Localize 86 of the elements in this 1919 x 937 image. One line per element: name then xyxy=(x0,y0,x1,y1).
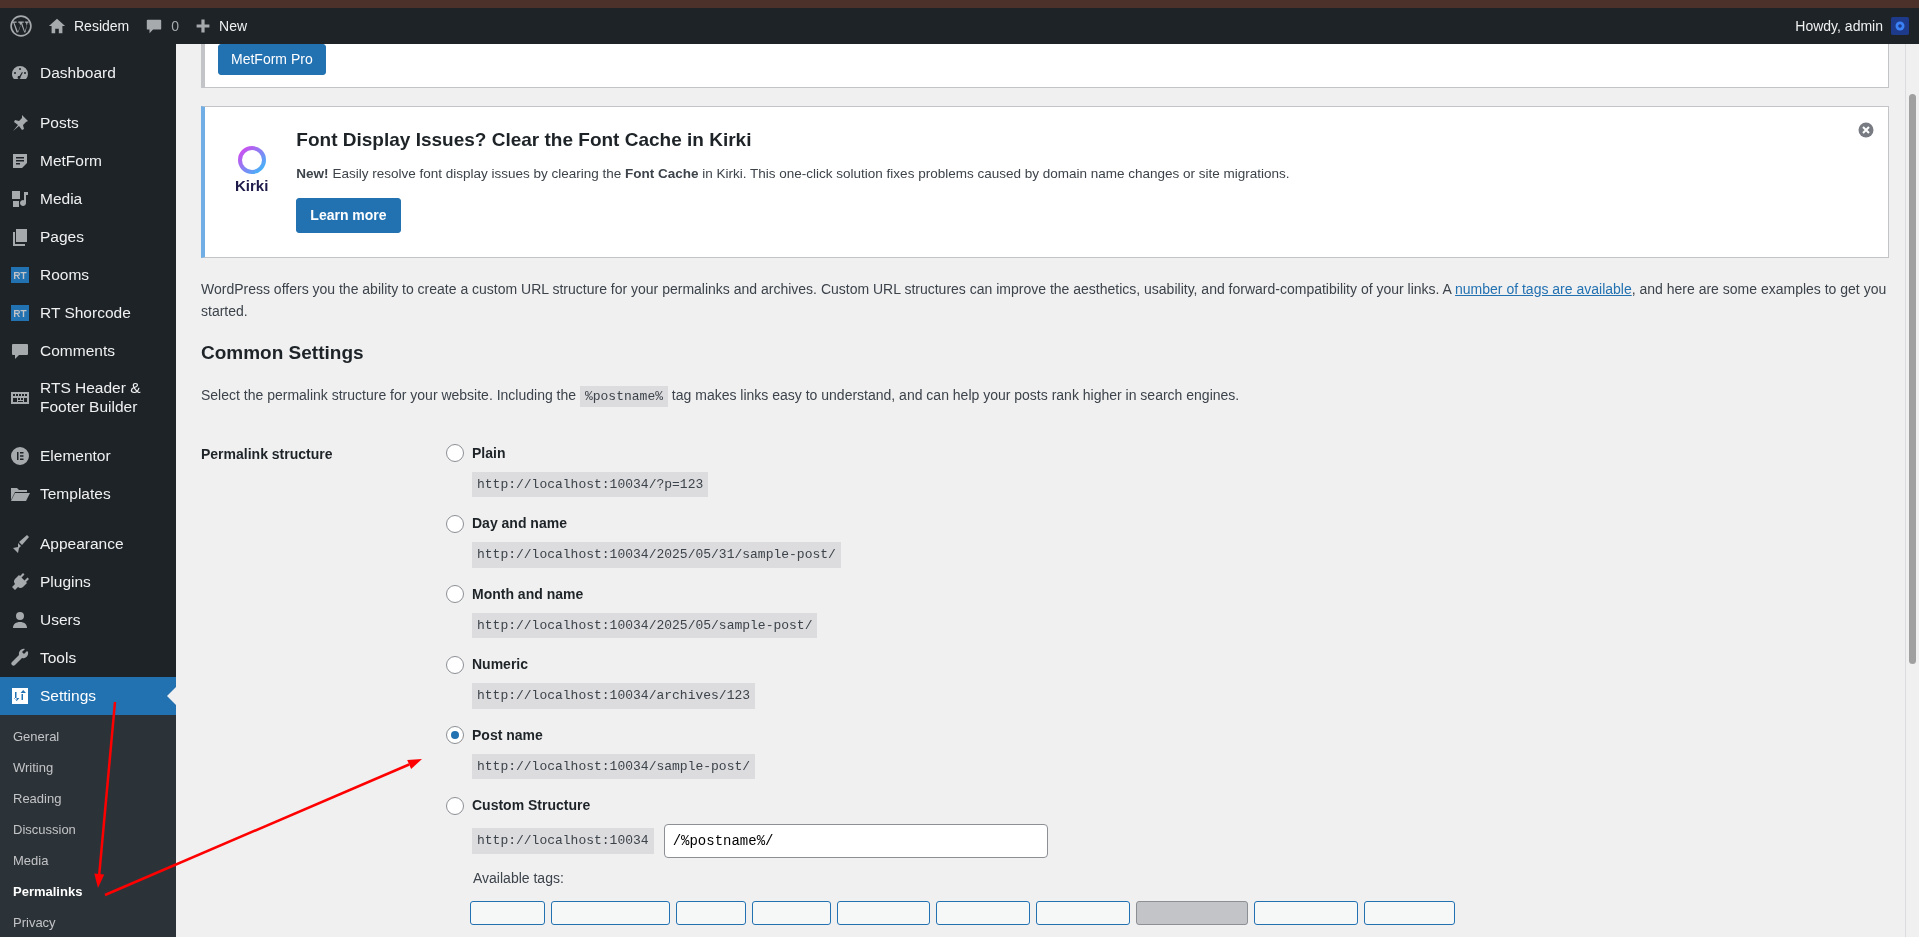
option-label: Custom Structure xyxy=(472,796,591,816)
tags-link[interactable]: number of tags are available xyxy=(1455,280,1632,297)
submenu-item[interactable]: Media xyxy=(0,845,176,877)
radio-button[interactable] xyxy=(446,726,464,745)
intro-paragraph: WordPress offers you the ability to create a custom URL structure for your permalinks and archives. Custom URL structures can improve the aesthetics, usability, and forward-compatibility of your links. A number of tags are available, and here are some examples to get you started. xyxy=(201,279,1888,322)
submenu-item[interactable]: Writing xyxy=(0,752,176,784)
menu-item-icon xyxy=(10,227,30,247)
sidebar-item[interactable]: Comments xyxy=(0,332,176,370)
menu-item-icon xyxy=(10,446,30,467)
menu-item-icon xyxy=(10,303,30,323)
scrollbar[interactable] xyxy=(1905,44,1919,937)
sidebar-item[interactable]: Media xyxy=(0,180,176,218)
example-url: http://localhost:10034/2025/05/sample-post/ xyxy=(472,612,818,639)
learn-more-button[interactable]: Learn more xyxy=(296,197,401,233)
sidebar-item[interactable]: Plugins xyxy=(0,563,176,602)
sidebar-item[interactable]: Dashboard xyxy=(0,54,176,92)
menu-item-icon xyxy=(10,265,30,285)
menu-item-icon xyxy=(10,572,30,593)
available-tags-label: Available tags: xyxy=(473,869,565,889)
option-label: Numeric xyxy=(472,655,529,675)
menu-item-icon xyxy=(10,341,30,361)
example-url: http://localhost:10034/sample-post/ xyxy=(472,753,756,780)
menu-item-icon xyxy=(10,610,30,631)
home-icon xyxy=(48,17,66,35)
settings-icon xyxy=(10,686,30,707)
submenu-item[interactable]: Privacy xyxy=(0,907,176,937)
submenu-item[interactable]: Discussion xyxy=(0,814,176,846)
tag-button[interactable] xyxy=(551,901,670,926)
notice-title: Font Display Issues? Clear the Font Cache in Kirki xyxy=(296,128,753,152)
option-label: Post name xyxy=(472,725,543,745)
sidebar-item[interactable]: RT Shorcode xyxy=(0,294,176,332)
section-heading: Common Settings xyxy=(201,342,365,366)
sidebar-item[interactable]: Tools xyxy=(0,639,176,678)
custom-structure-field[interactable]: /%postname%/ xyxy=(663,824,1048,859)
tag-button[interactable] xyxy=(1364,901,1455,926)
new-content-link[interactable]: New xyxy=(195,15,248,37)
radio-button[interactable] xyxy=(446,514,464,533)
option-label: Month and name xyxy=(472,584,584,604)
example-url: http://localhost:10034/?p=123 xyxy=(472,471,709,498)
tag-button[interactable] xyxy=(676,901,746,926)
radio-button[interactable] xyxy=(446,655,464,674)
sidebar-item[interactable]: Pages xyxy=(0,218,176,256)
sidebar-item[interactable]: Users xyxy=(0,601,176,640)
sidebar-item[interactable]: Elementor xyxy=(0,437,176,476)
sidebar-item[interactable]: MetForm xyxy=(0,142,176,180)
example-url: http://localhost:10034/2025/05/31/sample-post/ xyxy=(472,542,841,568)
ring-logo-icon xyxy=(236,144,267,175)
tag-button[interactable] xyxy=(752,901,831,926)
sidebar-item[interactable]: Appearance xyxy=(0,525,176,564)
sidebar-item[interactable]: Templates xyxy=(0,475,176,514)
tag-button[interactable] xyxy=(936,901,1030,926)
metform-pro-button[interactable]: MetForm Pro xyxy=(218,44,326,75)
menu-item-icon xyxy=(10,648,30,669)
comment-icon xyxy=(145,17,164,35)
option-label: Plain xyxy=(472,443,506,463)
radio-button[interactable] xyxy=(446,444,464,463)
description-text: Select the permalink structure for your website. Including the %postname% tag makes links easy to understand, and can help your posts rank higher in search engines. xyxy=(201,385,1889,407)
tag-button[interactable] xyxy=(1036,901,1130,926)
radio-button[interactable] xyxy=(446,796,464,815)
avatar-icon xyxy=(1891,17,1909,35)
comments-link[interactable]: 0 xyxy=(145,15,180,37)
logo-text: Kirki xyxy=(235,175,269,196)
sidebar-item[interactable]: RTS Header & Footer Builder xyxy=(0,370,176,426)
plus-icon xyxy=(195,18,212,34)
tag-button[interactable] xyxy=(470,901,545,926)
url-prefix: http://localhost:10034 xyxy=(472,828,654,854)
sidebar-item[interactable]: Rooms xyxy=(0,256,176,294)
sidebar-item[interactable]: Posts xyxy=(0,104,176,142)
option-label: Day and name xyxy=(472,514,567,534)
notice-text: New! Easily resolve font display issues by clearing the Font Cache in Kirki. This one-click solution fixes problems caused by domain name changes or site migrations. xyxy=(296,164,1290,183)
submenu-item[interactable]: Reading xyxy=(0,783,176,815)
tag-button[interactable] xyxy=(837,901,930,926)
sidebar-item[interactable]: Settings xyxy=(0,677,176,716)
tag-button[interactable] xyxy=(1136,901,1248,926)
submenu-item[interactable]: Permalinks xyxy=(0,876,176,908)
radio-button[interactable] xyxy=(446,585,464,604)
menu-item-icon xyxy=(10,151,30,171)
menu-item-icon xyxy=(10,189,30,209)
submenu-item[interactable]: General xyxy=(0,721,176,753)
site-name-link[interactable]: Residem xyxy=(48,15,130,37)
example-url: http://localhost:10034/archives/123 xyxy=(472,683,756,709)
wordpress-logo-icon[interactable] xyxy=(10,14,32,38)
tag-button[interactable] xyxy=(1254,901,1358,926)
account-menu[interactable]: Howdy, admin xyxy=(1795,15,1909,37)
menu-item-icon xyxy=(10,113,30,133)
field-label: Permalink structure xyxy=(201,444,334,464)
